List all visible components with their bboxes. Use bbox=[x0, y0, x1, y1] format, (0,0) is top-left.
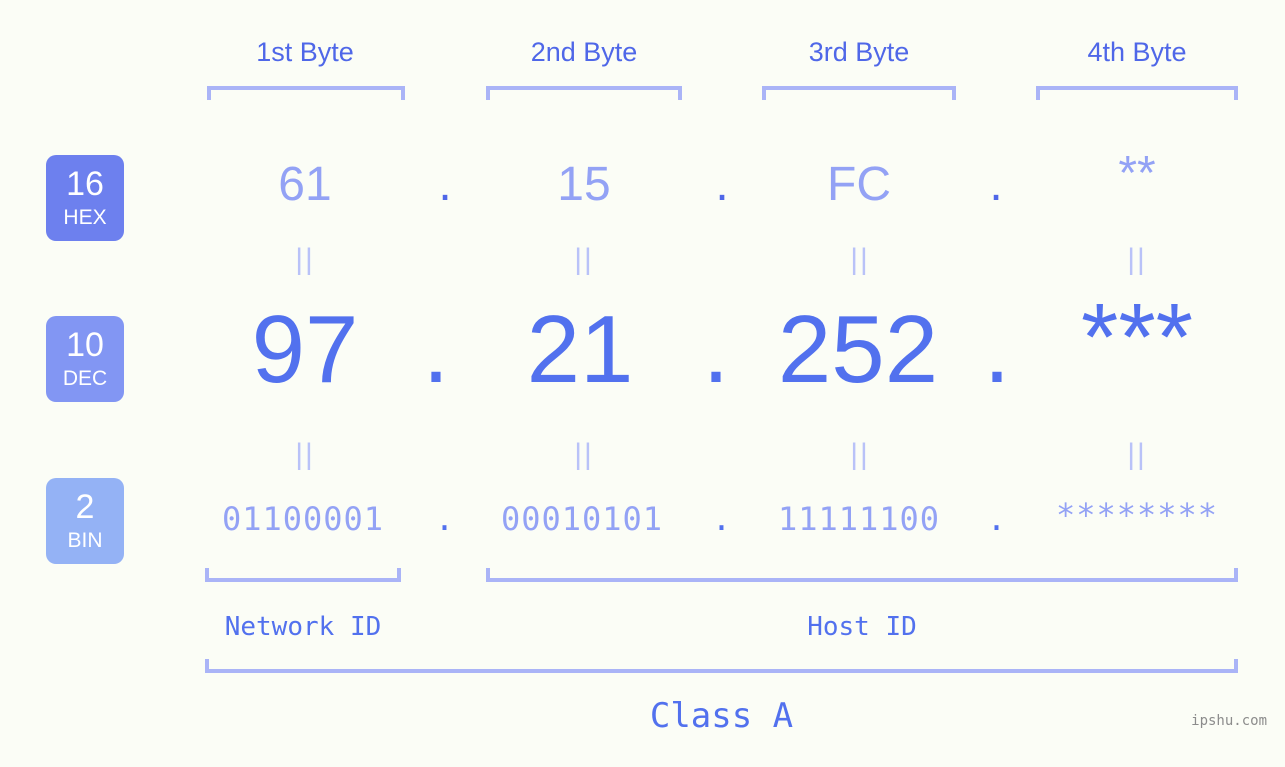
hex-separator-1: . bbox=[438, 158, 452, 211]
bin-byte-4: ******** bbox=[1055, 496, 1219, 534]
hex-byte-3: FC bbox=[827, 158, 891, 211]
base-badge-bin-number: 2 bbox=[75, 488, 95, 526]
dec-separator-2: . bbox=[702, 296, 730, 403]
network-id-label: Network ID bbox=[224, 612, 382, 642]
equality-mark-1-dec-bin: || bbox=[295, 438, 315, 471]
base-badge-hex: 16 HEX bbox=[46, 155, 124, 241]
byte-bracket-1 bbox=[207, 86, 405, 100]
dec-byte-4: *** bbox=[1080, 284, 1194, 391]
base-badge-dec-number: 10 bbox=[66, 326, 104, 364]
host-id-bracket bbox=[486, 568, 1238, 582]
equality-mark-2-dec-bin: || bbox=[574, 438, 594, 471]
hex-byte-1: 61 bbox=[278, 158, 332, 211]
base-badge-bin-name: BIN bbox=[67, 529, 103, 552]
hex-separator-3: . bbox=[989, 158, 1003, 211]
class-label: Class A bbox=[649, 696, 794, 736]
hex-byte-4: ** bbox=[1118, 147, 1156, 200]
base-badge-dec: 10 DEC bbox=[46, 316, 124, 402]
equality-mark-1-hex-dec: || bbox=[295, 243, 315, 276]
dec-separator-3: . bbox=[983, 296, 1011, 403]
base-badge-hex-name: HEX bbox=[63, 206, 107, 229]
bin-separator-3: . bbox=[986, 500, 1008, 538]
byte-header-3: 3rd Byte bbox=[808, 37, 910, 67]
equality-mark-4-dec-bin: || bbox=[1127, 438, 1147, 471]
base-badge-bin: 2 BIN bbox=[46, 478, 124, 564]
equality-mark-3-hex-dec: || bbox=[850, 243, 870, 276]
class-bracket bbox=[205, 659, 1238, 673]
base-badge-dec-name: DEC bbox=[62, 367, 108, 390]
site-watermark: ipshu.com bbox=[1191, 713, 1267, 729]
bin-byte-2: 00010101 bbox=[500, 500, 664, 538]
host-id-label: Host ID bbox=[807, 612, 917, 642]
dec-byte-1: 97 bbox=[251, 296, 359, 403]
bin-byte-1: 01100001 bbox=[221, 500, 385, 538]
byte-header-2: 2nd Byte bbox=[530, 37, 638, 67]
dec-byte-2: 21 bbox=[526, 296, 634, 403]
equality-mark-3-dec-bin: || bbox=[850, 438, 870, 471]
bin-separator-1: . bbox=[434, 500, 456, 538]
dec-separator-1: . bbox=[422, 296, 450, 403]
ip-byte-breakdown-diagram: 1st Byte 2nd Byte 3rd Byte 4th Byte 16 H… bbox=[0, 0, 1285, 767]
byte-bracket-4 bbox=[1036, 86, 1238, 100]
hex-separator-2: . bbox=[715, 158, 729, 211]
dec-byte-3: 252 bbox=[777, 296, 939, 403]
bin-separator-2: . bbox=[711, 500, 733, 538]
hex-byte-2: 15 bbox=[557, 158, 611, 211]
byte-header-4: 4th Byte bbox=[1087, 37, 1187, 67]
byte-bracket-2 bbox=[486, 86, 682, 100]
byte-header-1: 1st Byte bbox=[256, 37, 354, 67]
bin-byte-3: 11111100 bbox=[777, 500, 941, 538]
byte-bracket-3 bbox=[762, 86, 956, 100]
equality-mark-2-hex-dec: || bbox=[574, 243, 594, 276]
network-id-bracket bbox=[205, 568, 401, 582]
equality-mark-4-hex-dec: || bbox=[1127, 243, 1147, 276]
base-badge-hex-number: 16 bbox=[66, 165, 104, 203]
